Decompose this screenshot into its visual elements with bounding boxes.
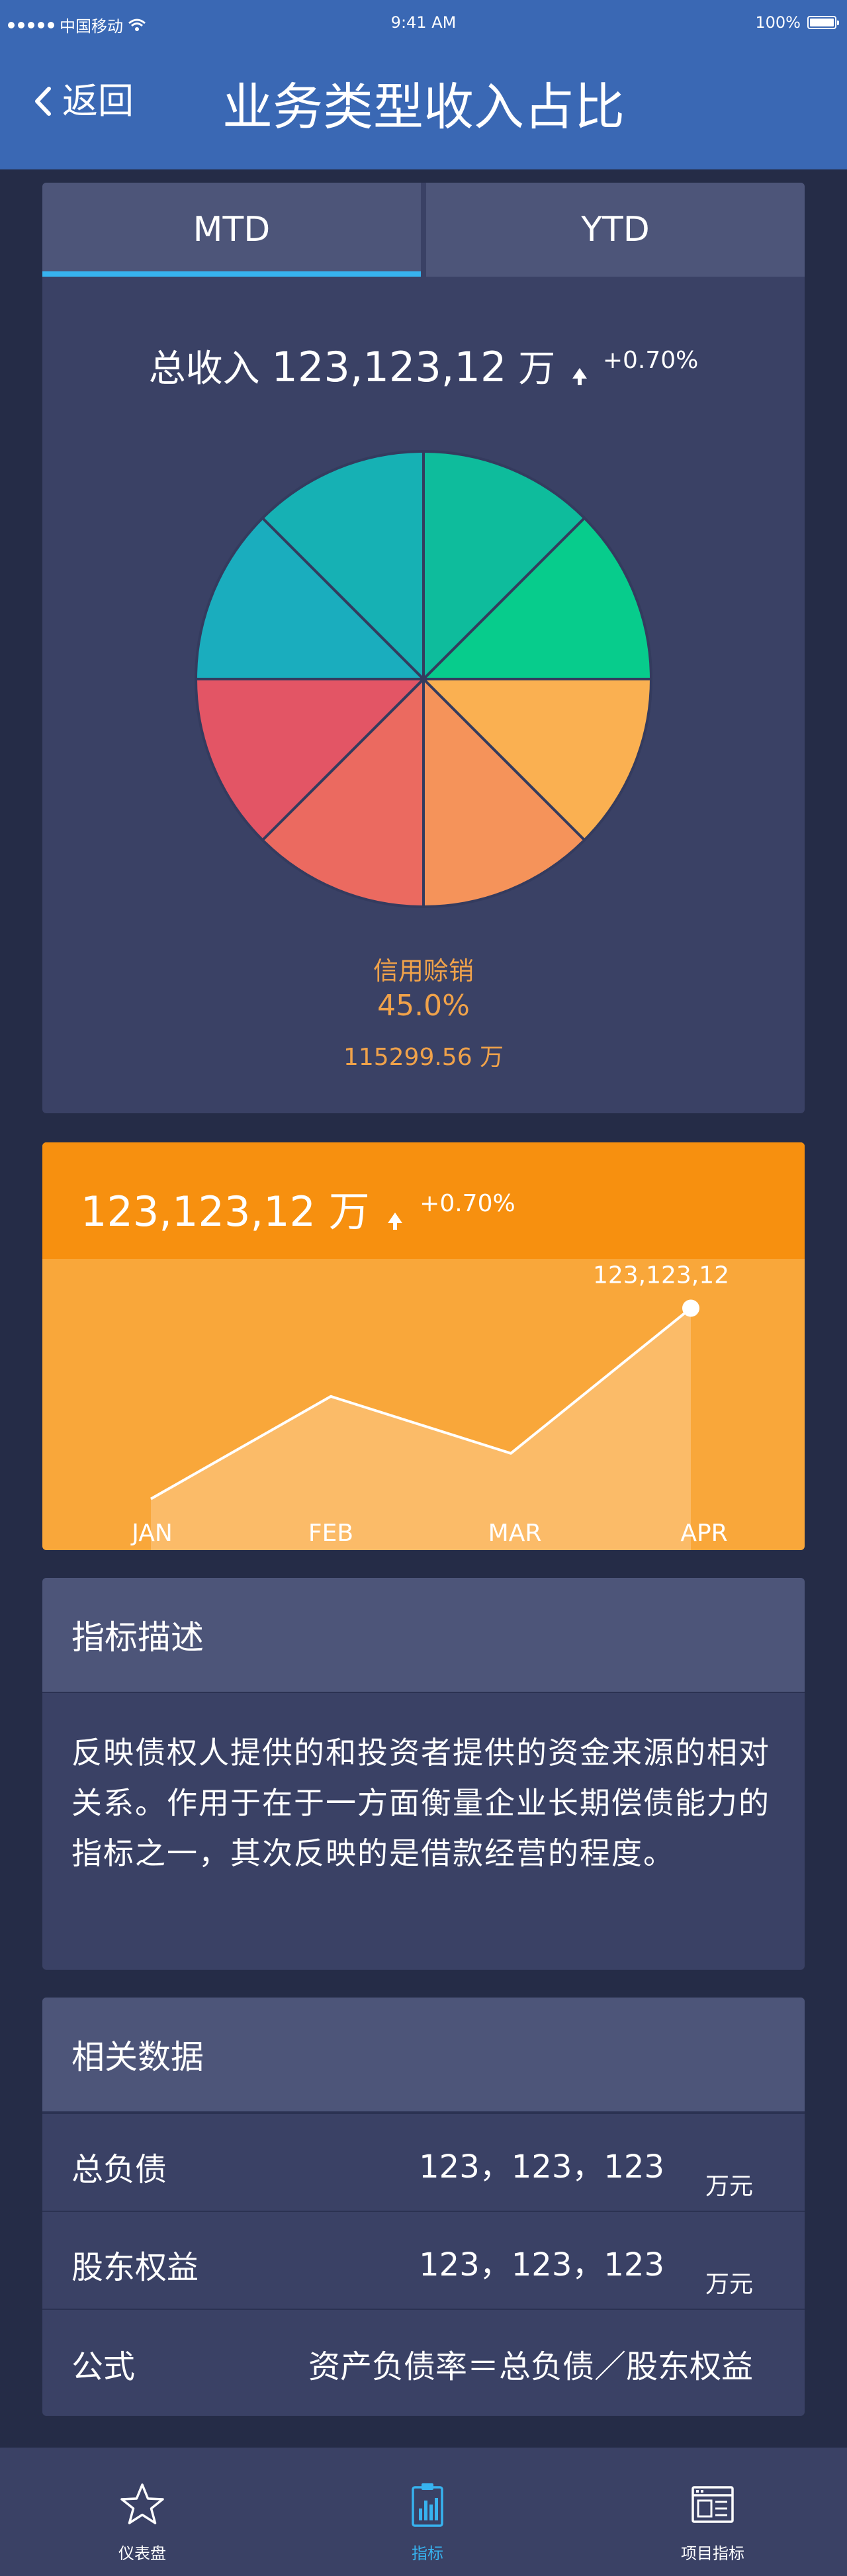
- status-time: 9:41 AM: [390, 13, 457, 32]
- data-row-value: 123，123，123: [419, 2246, 664, 2283]
- battery-percent: 100%: [755, 13, 801, 32]
- peak-label: 123,123,12: [593, 1262, 729, 1289]
- trend-total-value: 123,123,12: [81, 1187, 316, 1236]
- total-value: 123,123,12: [271, 343, 507, 391]
- description-title: 指标描述: [42, 1578, 805, 1693]
- description-text: 反映债权人提供的和投资者提供的资金来源的相对关系。作用于在于一方面衡量企业长期偿…: [71, 1735, 770, 1871]
- area-fill: [151, 1308, 691, 1550]
- tabbar-item-indicators[interactable]: 指标: [355, 2448, 500, 2576]
- status-battery: 100%: [755, 13, 839, 32]
- x-tick-label: MAR: [488, 1520, 542, 1547]
- description-panel: 指标描述 反映债权人提供的和投资者提供的资金来源的相对关系。作用于在于一方面衡量…: [42, 1578, 805, 1970]
- pie-selected-amount: 115299.56 万: [343, 1044, 504, 1071]
- arrow-up-icon: [388, 1213, 403, 1230]
- total-unit: 万: [518, 347, 556, 391]
- x-tick-label: APR: [680, 1520, 727, 1547]
- tabbar-label: 指标: [412, 2544, 443, 2563]
- page-title: 业务类型收入占比: [222, 77, 625, 136]
- total-revenue: 总收入 123,123,12 万 +0.70%: [42, 339, 805, 392]
- pie-panel: MTD YTD 总收入 123,123,12 万 +0.70% 信用赊销 45.…: [42, 183, 805, 1113]
- peak-point[interactable]: [682, 1299, 699, 1317]
- pie-chart[interactable]: [192, 447, 655, 911]
- formula-label: 公式: [71, 2348, 136, 2385]
- total-change: +0.70%: [602, 347, 699, 375]
- trend-total-unit: 万: [328, 1187, 370, 1236]
- area-chart: 123,123,12 JAN FEB MAR APR: [130, 1262, 729, 1550]
- x-tick-label: JAN: [130, 1520, 173, 1547]
- data-row-label: 总负债: [71, 2151, 167, 2188]
- tabbar-item-projects[interactable]: 项目指标: [640, 2448, 785, 2576]
- tab-mtd[interactable]: MTD: [42, 183, 421, 277]
- x-tick-label: FEB: [308, 1520, 353, 1547]
- tabbar-label: 仪表盘: [118, 2544, 166, 2563]
- data-row-equity: 股东权益 123，123，123 万元: [42, 2211, 805, 2309]
- pie-selected-percent: 45.0%: [377, 989, 470, 1023]
- formula-value: 资产负债率＝总负债／股东权益: [308, 2348, 753, 2385]
- tabbar-label: 项目指标: [681, 2544, 744, 2563]
- data-row-liabilities: 总负债 123，123，123 万元: [42, 2113, 805, 2211]
- data-row-formula: 公式 资产负债率＝总负债／股东权益: [42, 2309, 805, 2416]
- pie-selected-category: 信用赊销: [373, 956, 474, 986]
- trend-header: 123,123,12 万 +0.70%: [42, 1142, 805, 1259]
- trend-change: +0.70%: [420, 1190, 515, 1218]
- data-row-unit: 万元: [705, 2173, 753, 2200]
- trend-panel: 123,123,12 万 +0.70% 123,123,12 JAN FEB MAR A…: [42, 1142, 805, 1550]
- related-data-panel: 相关数据 总负债 123，123，123 万元 股东权益 123，123，123…: [42, 1998, 805, 2416]
- nav-header: 中国移动 9:41 AM 100% 返回 业务类型收入占比: [0, 0, 847, 169]
- data-row-unit: 万元: [705, 2271, 753, 2298]
- tabbar-item-dashboard[interactable]: 仪表盘: [69, 2448, 215, 2576]
- trend-total: 123,123,12 万 +0.70%: [81, 1178, 515, 1238]
- related-data-title: 相关数据: [42, 1998, 805, 2113]
- data-row-value: 123，123，123: [419, 2148, 664, 2185]
- arrow-up-icon: [572, 368, 588, 385]
- clipboard-chart-icon: [412, 2483, 443, 2527]
- data-row-label: 股东权益: [71, 2249, 199, 2286]
- bottom-tab-bar: 仪表盘 指标 项目指标: [0, 2448, 847, 2576]
- total-label: 总收入: [148, 347, 260, 391]
- browser-window-icon: [691, 2486, 734, 2523]
- star-icon: [120, 2483, 164, 2524]
- tab-ytd[interactable]: YTD: [426, 183, 805, 277]
- battery-icon: [807, 16, 839, 29]
